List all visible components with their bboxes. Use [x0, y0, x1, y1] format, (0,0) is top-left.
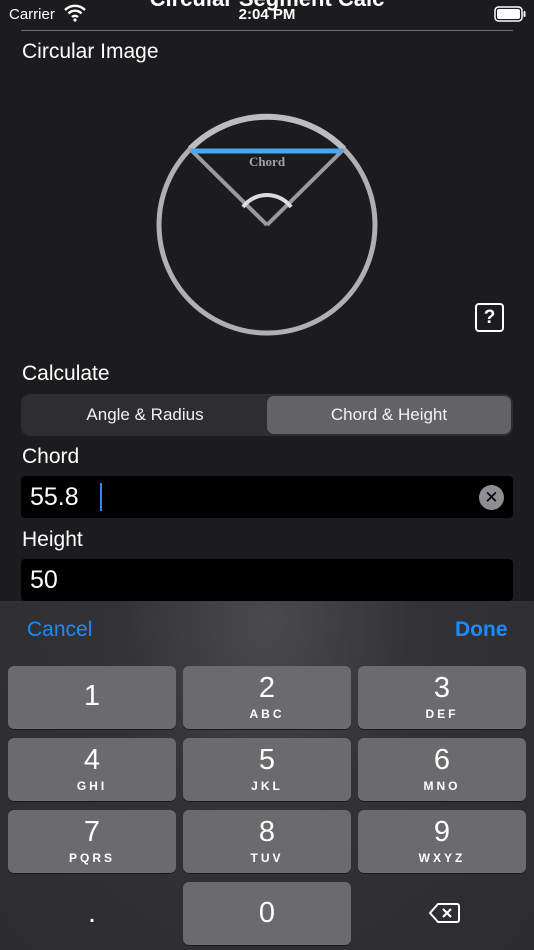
key-delete[interactable]	[358, 882, 526, 945]
key-7[interactable]: 7 PQRS	[8, 810, 176, 873]
done-button[interactable]: Done	[455, 618, 508, 642]
cancel-button[interactable]: Cancel	[27, 618, 92, 642]
key-4[interactable]: 4 GHI	[8, 738, 176, 801]
segment-chord-height[interactable]: Chord & Height	[267, 396, 511, 434]
key-5[interactable]: 5 JKL	[183, 738, 351, 801]
key-decimal[interactable]: .	[8, 882, 176, 945]
chord-field-container: ✕	[21, 476, 513, 518]
backspace-icon	[429, 903, 460, 923]
key-3[interactable]: 3 DEF	[358, 666, 526, 729]
info-icon[interactable]	[474, 0, 504, 8]
segment-angle-radius[interactable]: Angle & Radius	[23, 396, 267, 434]
key-8[interactable]: 8 TUV	[183, 810, 351, 873]
circular-image-title: Circular Image	[22, 40, 159, 63]
height-input[interactable]	[30, 559, 470, 601]
key-0[interactable]: 0	[183, 882, 351, 945]
calculate-segmented-control: Angle & Radius Chord & Height	[21, 394, 513, 436]
key-9[interactable]: 9 WXYZ	[358, 810, 526, 873]
key-2[interactable]: 2 ABC	[183, 666, 351, 729]
help-button[interactable]: ?	[475, 303, 504, 332]
chord-diagram-label: Chord	[249, 154, 286, 169]
calculate-title: Calculate	[22, 362, 110, 385]
nav-title: Circular Segment Calc	[0, 0, 534, 12]
circular-segment-diagram: Chord	[156, 113, 378, 336]
nav-divider	[21, 30, 513, 31]
angle-arc	[241, 193, 293, 209]
segment-arc-top	[187, 113, 347, 152]
chord-label: Chord	[22, 445, 80, 468]
height-field-container	[21, 559, 513, 601]
height-label: Height	[22, 528, 83, 551]
keyboard-toolbar: Cancel Done	[0, 601, 534, 659]
numeric-keyboard: Cancel Done 1 2 ABC 3 DEF 4 GHI 5 JKL 6 …	[0, 601, 534, 950]
key-6[interactable]: 6 MNO	[358, 738, 526, 801]
text-caret	[100, 483, 102, 511]
chord-input[interactable]	[30, 476, 470, 518]
clear-icon[interactable]: ✕	[479, 485, 504, 510]
key-1[interactable]: 1	[8, 666, 176, 729]
